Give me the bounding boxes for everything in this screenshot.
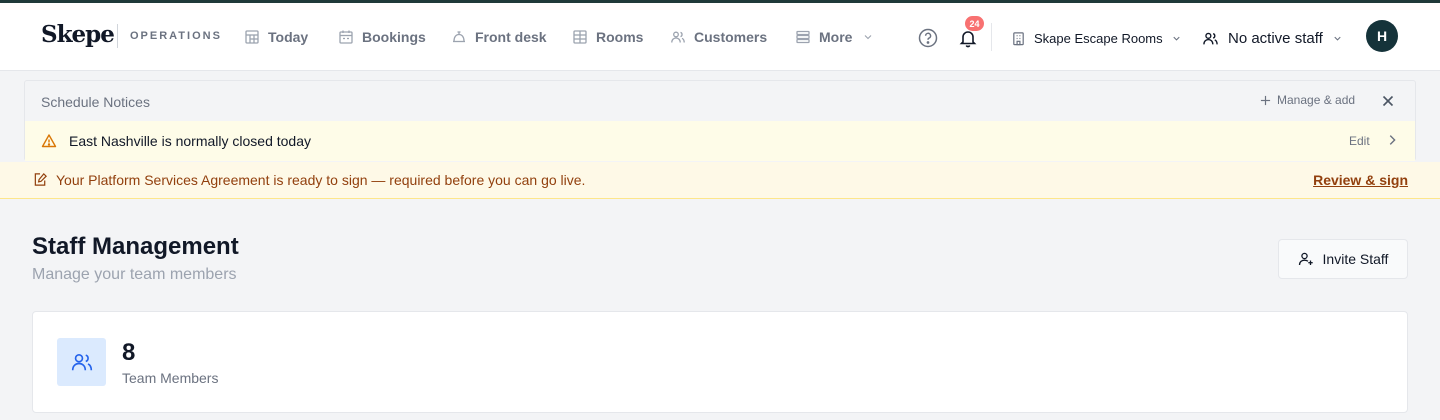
concierge-bell-icon [453,31,465,43]
logo[interactable]: Skepe [41,21,115,48]
warning-icon [41,134,57,148]
nav-item-label: More [819,29,853,45]
users-icon [1203,32,1218,44]
chevron-down-icon [1172,36,1180,41]
notice-text: East Nashville is normally closed today [69,133,311,149]
help-icon [918,28,938,48]
nav-item-label: Customers [694,29,768,45]
layout-grid-icon [573,30,587,44]
document-edit-icon [34,172,47,186]
help-button[interactable] [917,27,939,49]
team-members-stat-card: 8 Team Members [32,311,1408,413]
staff-status: No active staff [1228,29,1323,47]
agreement-text: Your Platform Services Agreement is read… [56,172,586,188]
users-icon [71,353,92,371]
nav-item-rooms[interactable]: Rooms [572,26,643,48]
manage-add-button[interactable]: Manage & add [1260,93,1355,107]
company-switcher[interactable]: Skape Escape Rooms [1011,27,1182,49]
nav-item-customers[interactable]: Customers [670,26,767,48]
nav-item-more[interactable]: More [795,26,874,48]
plus-icon [1260,95,1271,105]
chevron-down-icon [1334,36,1341,41]
chevron-right-icon[interactable] [1385,133,1399,147]
users-icon [671,31,685,43]
logo-divider [117,24,118,48]
review-sign-link[interactable]: Review & sign [1313,172,1408,188]
calendar-icon [339,30,353,44]
user-plus-icon [1298,252,1313,266]
invite-staff-label: Invite Staff [1322,251,1389,267]
nav-item-label: Front desk [475,29,547,45]
nav-item-label: Rooms [596,29,644,45]
invite-staff-button[interactable]: Invite Staff [1278,239,1408,279]
nav-item-today[interactable]: Today [244,26,308,48]
list-icon [796,30,810,44]
app-label: OPERATIONS [130,30,222,42]
nav-item-front-desk[interactable]: Front desk [451,26,547,48]
schedule-notices-panel: Schedule Notices Manage & add East Nashv… [24,80,1416,161]
notification-count-badge: 24 [965,16,984,31]
page-subtitle: Manage your team members [32,266,237,283]
notices-title: Schedule Notices [41,94,150,110]
nav-item-label: Today [268,29,309,45]
chevron-down-icon [865,35,872,40]
top-header: Skepe OPERATIONS Today Bookings Front de… [0,3,1440,71]
stat-label: Team Members [122,370,219,386]
stat-value: 8 [122,339,136,366]
stat-icon-box [57,338,106,386]
nav-item-label: Bookings [362,29,426,45]
bell-icon [959,31,977,48]
nav-item-bookings[interactable]: Bookings [338,26,426,48]
building-icon [1013,31,1024,45]
calendar-grid-icon [245,30,259,44]
header-divider [991,23,992,51]
close-icon[interactable] [1380,93,1396,109]
company-name: Skape Escape Rooms [1034,30,1163,46]
notice-item[interactable]: East Nashville is normally closed today … [25,121,1415,161]
page-title: Staff Management [32,233,239,260]
staff-switcher[interactable]: No active staff [1202,27,1343,49]
avatar[interactable]: H [1366,20,1398,52]
notice-edit-button[interactable]: Edit [1349,134,1370,148]
manage-add-label: Manage & add [1277,93,1356,107]
agreement-banner: Your Platform Services Agreement is read… [0,162,1440,199]
